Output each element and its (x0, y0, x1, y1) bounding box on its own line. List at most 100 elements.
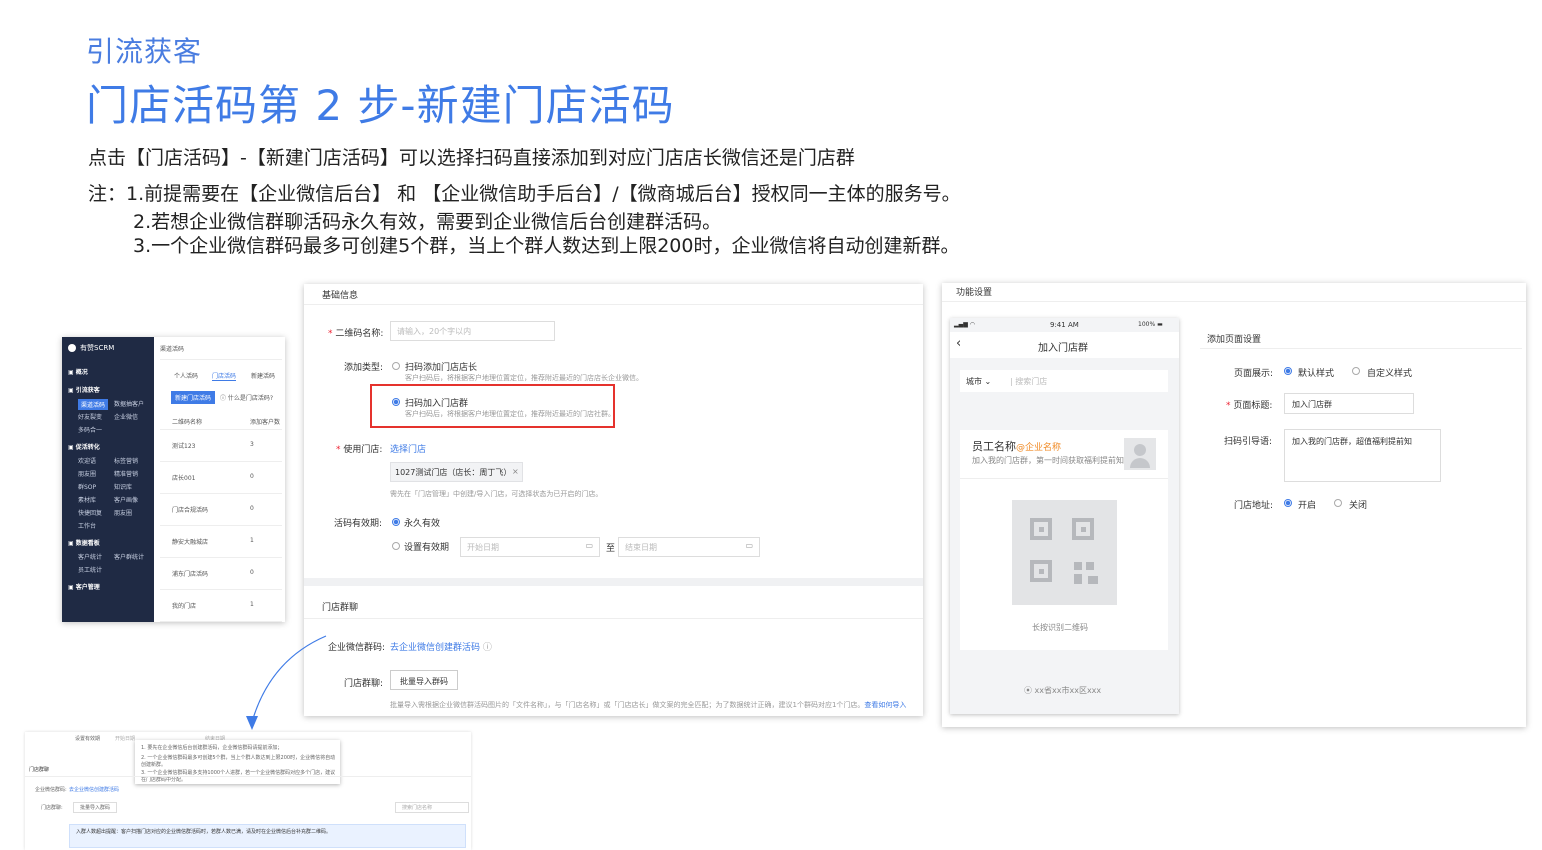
search-input[interactable]: | 搜索门店 (1010, 376, 1047, 387)
back-icon[interactable]: ‹ (956, 336, 961, 351)
validity-custom: 设置有效期 (404, 543, 450, 553)
tab-store[interactable]: 门店活码 (212, 371, 236, 380)
import-how-link[interactable]: 查看如何导入 (864, 701, 906, 709)
sidebar-item-5[interactable]: 企业微信 (114, 412, 138, 421)
help-icon: ⓘ (482, 643, 492, 653)
col-name: 二维码名称 (172, 419, 203, 426)
store-hint: 需先在「门店管理」中创建/导入门店，可选择状态为已开启的门店。 (390, 490, 603, 498)
sidebar-item-21[interactable]: 客户群统计 (114, 552, 144, 561)
type-radio-manager[interactable] (392, 362, 400, 370)
sidebar-group-19[interactable]: ▣ 数据看板 (68, 538, 100, 547)
table-row-name: 店长001 (172, 475, 196, 482)
admin-main: 渠道活码 个人活码 门店活码 新建活码 新建门店活码 ⓘ 什么是门店活码? 二维… (154, 337, 285, 622)
table-row-name: 我的门店 (172, 603, 197, 610)
sidebar-item-16[interactable]: 快捷回复 (78, 508, 102, 517)
sidebar-group-0[interactable]: ▣ 概况 (68, 367, 88, 376)
page-title: 门店活码第 2 步-新建门店活码 (86, 81, 675, 130)
mini-validity-label: 设置有效期 (75, 736, 101, 742)
pointer-arrow-icon (246, 635, 327, 730)
group-label: 门店群聊: (344, 679, 384, 689)
address-radio-off[interactable] (1334, 499, 1342, 507)
mini-group-label: 门店群聊 (29, 767, 50, 773)
invite-text: 加入我的门店群，第一时间获取福利提前知 (972, 456, 1124, 465)
store-label: * 使用门店: (336, 445, 383, 455)
row-divider (160, 557, 282, 558)
sidebar-group-7[interactable]: ▣ 促活转化 (68, 442, 100, 451)
table-row-name: 测试123 (172, 443, 196, 450)
group-settings-screenshot: 设置有效期 开始日期 结束日期 1. 要先在企业微信后台创建群活码，企业微信群码… (25, 732, 471, 850)
name-label: * 二维码名称: (328, 329, 384, 339)
search-bar[interactable]: 城市 ⌄ | 搜索门店 (960, 370, 1168, 392)
avatar-icon (1124, 438, 1156, 470)
sidebar-item-6[interactable]: 多码合一 (78, 425, 102, 434)
row-divider (160, 589, 282, 590)
sidebar-item-4[interactable]: 好友裂变 (78, 412, 102, 421)
name-input[interactable]: 请输入，20个字以内 (390, 321, 555, 341)
page-opt-default: 默认样式 (1298, 369, 1335, 379)
tab-new[interactable]: 新建活码 (251, 371, 275, 380)
sidebar-item-9[interactable]: 标签营销 (114, 456, 138, 465)
sidebar-group-1[interactable]: ▣ 引流获客 (68, 385, 100, 394)
sidebar-item-18[interactable]: 工作台 (78, 521, 96, 530)
settings-section-title: 添加页面设置 (1207, 335, 1262, 345)
guide-textarea[interactable]: 加入我的门店群，超值福利提前知 (1284, 429, 1441, 482)
page-title-input[interactable]: 加入门店群 (1284, 393, 1414, 414)
validity-forever: 永久有效 (404, 519, 441, 529)
qr-label: 企业微信群码: (328, 643, 386, 653)
sidebar-item-11[interactable]: 精准营销 (114, 469, 138, 478)
note-line-1: 注：1.前提需要在【企业微信后台】 和 【企业微信助手后台】/【微商城后台】授权… (88, 183, 961, 205)
validity-radio-forever[interactable] (392, 518, 400, 526)
select-store-link[interactable]: 选择门店 (390, 442, 426, 455)
start-date-input[interactable]: 开始日期 ▭ (460, 537, 600, 557)
sidebar-item-14[interactable]: 素材库 (78, 495, 96, 504)
create-group-qr-link[interactable]: 去企业微信创建群活码 ⓘ (390, 640, 492, 653)
sidebar-group-23[interactable]: ▣ 客户管理 (68, 582, 100, 591)
brand-logo: 有赞SCRM (68, 343, 114, 353)
mini-import-button[interactable]: 批量导入群码 (73, 802, 118, 813)
city-select[interactable]: 城市 ⌄ (966, 376, 991, 387)
sidebar-item-22[interactable]: 员工统计 (78, 565, 102, 574)
section-group: 门店群聊 (322, 603, 359, 613)
date-to: 至 (606, 544, 616, 554)
calendar-icon: ▭ (745, 541, 753, 550)
tab-personal[interactable]: 个人活码 (174, 371, 198, 380)
sidebar-item-8[interactable]: 欢迎语 (78, 456, 96, 465)
mini-search-input[interactable]: 搜索门店名称 (395, 802, 469, 813)
phone-time: 9:41 AM (1050, 321, 1079, 329)
page-opt-custom: 自定义样式 (1367, 369, 1413, 379)
kicker-text: 引流获客 (86, 35, 203, 68)
page-title-label: * 页面标题: (1226, 401, 1273, 411)
calendar-icon: ▭ (585, 541, 593, 550)
validity-radio-custom[interactable] (392, 542, 400, 550)
page-radio-default[interactable] (1284, 367, 1292, 375)
page-display-label: 页面展示: (1234, 369, 1274, 379)
mini-group-field: 门店群聊: (41, 805, 63, 811)
new-store-code-button[interactable]: 新建门店活码 (171, 391, 216, 404)
sidebar-item-3[interactable]: 数据抽客户 (114, 399, 144, 408)
table-row-count: 0 (250, 473, 254, 480)
admin-screenshot: 有赞SCRM ▣ 概况 ▣ 引流获客渠道活码 数据抽客户好友裂变 企业微信多码合一 ▣ … (62, 337, 285, 622)
address-radio-on[interactable] (1284, 499, 1292, 507)
sidebar-item-13[interactable]: 知识库 (114, 482, 132, 491)
sidebar-item-17[interactable]: 朋友圈 (114, 508, 132, 517)
col-count: 添加客户数 (250, 419, 281, 426)
scan-tip: 长按识别二维码 (1032, 623, 1088, 632)
sidebar-item-2[interactable]: 渠道活码 (78, 399, 109, 410)
mini-tooltip: 1. 要先在企业微信后台创建群活码，企业微信群码请提前添加； 2. 一个企业微信… (135, 740, 340, 784)
note-line-3: 3.一个企业微信群码最多可创建5个群，当上个群人数达到上限200时，企业微信将自… (133, 235, 960, 257)
mini-qr-label: 企业微信群码: (35, 787, 67, 793)
end-date-input[interactable]: 结束日期 ▭ (618, 537, 760, 557)
sidebar-item-10[interactable]: 朋友圈 (78, 469, 96, 478)
row-divider (160, 525, 282, 526)
store-tag: 1027测试门店（店长：周丁飞） × (390, 462, 523, 482)
mini-start-date[interactable]: 开始日期 (115, 735, 135, 742)
page-radio-custom[interactable] (1352, 367, 1360, 375)
sidebar-item-20[interactable]: 客户统计 (78, 552, 102, 561)
remove-tag-icon[interactable]: × (512, 467, 519, 476)
sidebar-item-15[interactable]: 客户画像 (114, 495, 138, 504)
import-group-button[interactable]: 批量导入群码 (390, 670, 458, 690)
table-row-name: 门店合规活码 (172, 507, 209, 514)
sidebar-item-12[interactable]: 群SOP (78, 482, 96, 491)
help-link[interactable]: ⓘ 什么是门店活码? (220, 393, 273, 402)
mini-qr-link[interactable]: 去企业微信创建群活码 (69, 786, 119, 793)
